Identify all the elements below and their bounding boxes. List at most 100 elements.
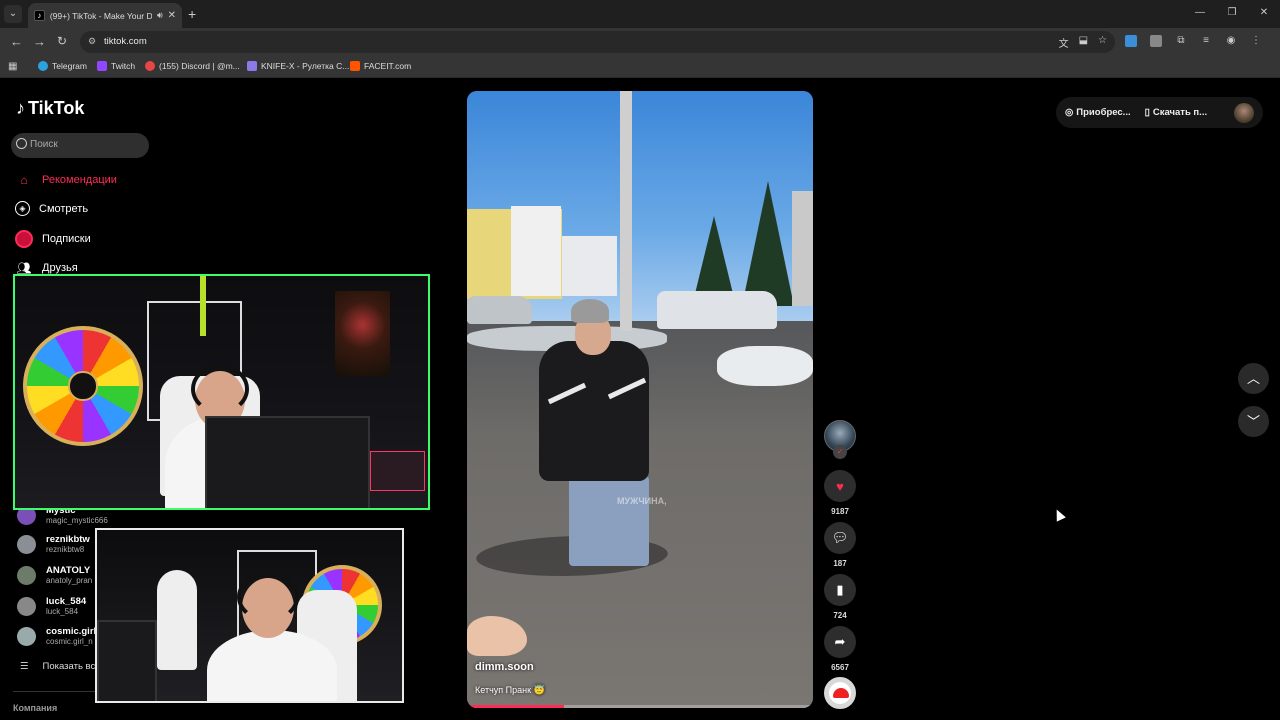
extension-icon[interactable] bbox=[1150, 35, 1162, 47]
monitor bbox=[205, 416, 370, 508]
apps-grid-icon[interactable]: ▦ bbox=[8, 61, 17, 72]
share-count: 6567 bbox=[831, 663, 849, 672]
profile-avatar[interactable] bbox=[1234, 102, 1254, 123]
share-button[interactable]: ➦ 6567 bbox=[824, 626, 856, 672]
comment-button[interactable]: 💬︎ 187 bbox=[824, 522, 856, 568]
compass-icon: ◈ bbox=[15, 201, 30, 216]
nav-following[interactable]: Подписки bbox=[15, 230, 91, 248]
list-icon: ☰ bbox=[20, 661, 29, 672]
puzzle-icon[interactable]: ⧉ bbox=[1175, 35, 1187, 47]
lamp-pole bbox=[620, 91, 632, 331]
twitch-icon bbox=[97, 61, 107, 71]
minimize-button[interactable]: — bbox=[1184, 0, 1216, 28]
download-app-button[interactable]: ▯ Скачать п... bbox=[1145, 107, 1207, 118]
tab-search-button[interactable]: ⌄ bbox=[4, 5, 22, 23]
streamer-webcam-overlay-2 bbox=[95, 528, 404, 703]
suggested-account[interactable]: luck_584 luck_584 bbox=[17, 596, 86, 617]
extension-icon[interactable] bbox=[1125, 35, 1137, 47]
telegram-icon bbox=[38, 61, 48, 71]
streamer-webcam-overlay bbox=[13, 274, 430, 510]
reload-icon[interactable]: ↻ bbox=[57, 34, 67, 48]
home-icon: ⌂ bbox=[20, 173, 28, 187]
suggested-account[interactable]: reznikbtw reznikbtw8 bbox=[17, 534, 90, 555]
next-video-button[interactable]: ﹀ bbox=[1238, 406, 1269, 437]
coin-icon: ◎ bbox=[1065, 107, 1074, 118]
save-count: 724 bbox=[833, 611, 847, 620]
chevron-up-icon: ︿ bbox=[1246, 371, 1260, 386]
phone-icon: ▯ bbox=[1144, 107, 1150, 118]
bookmarks-bar: ▦ Telegram Twitch (155) Discord | @m... … bbox=[0, 56, 1280, 78]
car bbox=[657, 291, 777, 329]
bookmark-twitch[interactable]: Twitch bbox=[97, 61, 135, 71]
extensions-area: ⧉ ≡ ◉ ⋮ bbox=[1125, 35, 1262, 47]
window-controls: — ❐ ✕ bbox=[1184, 0, 1280, 28]
video-caption-overlay: МУЖЧИНА, bbox=[617, 496, 667, 506]
avatar bbox=[17, 535, 36, 554]
nav-recommendations[interactable]: ⌂ Рекомендации bbox=[15, 171, 117, 189]
video-progress-bar[interactable] bbox=[467, 705, 813, 708]
media-icon[interactable]: ≡ bbox=[1200, 35, 1212, 47]
suggested-account[interactable]: cosmic.girl cosmic.girl_n bbox=[17, 626, 96, 647]
translate-icon[interactable]: 文 bbox=[1059, 35, 1069, 50]
previous-video-button[interactable]: ︿ bbox=[1238, 363, 1269, 394]
man bbox=[539, 341, 649, 481]
url-text[interactable]: tiktok.com bbox=[104, 36, 147, 47]
profile-icon[interactable]: ◉ bbox=[1225, 35, 1237, 47]
speaker-icon[interactable]: 🔊︎ bbox=[157, 10, 163, 21]
back-icon[interactable]: ← bbox=[10, 34, 23, 49]
follow-check-icon[interactable]: ✓ bbox=[833, 445, 847, 459]
music-disc-icon[interactable] bbox=[824, 677, 856, 709]
bookmark-knifex[interactable]: KNIFE-X - Рулетка С... bbox=[247, 61, 349, 71]
show-all-button[interactable]: ☰ Показать все bbox=[20, 661, 101, 672]
buy-coins-button[interactable]: ◎ Приобрес... bbox=[1065, 107, 1131, 118]
new-tab-button[interactable]: + bbox=[188, 6, 196, 22]
video-progress-fill bbox=[467, 705, 564, 708]
address-bar[interactable]: ⚙ tiktok.com 文 ⬓ ☆ bbox=[80, 31, 1115, 53]
bookmark-faceit[interactable]: FACEIT.com bbox=[350, 61, 411, 71]
video-description: Кетчуп Пранк 😇 bbox=[475, 685, 545, 695]
search-placeholder: Поиск bbox=[30, 139, 58, 150]
suggested-account[interactable]: ANATOLY anatoly_pran bbox=[17, 565, 92, 586]
bookmark-discord[interactable]: (155) Discord | @m... bbox=[145, 61, 240, 71]
bookmark-star-icon[interactable]: ☆ bbox=[1098, 35, 1107, 50]
heart-icon: ♥ bbox=[824, 470, 856, 502]
tab-title: (99+) TikTok - Make Your Da bbox=[49, 10, 152, 21]
avatar bbox=[17, 566, 36, 585]
menu-dots-icon[interactable]: ⋮ bbox=[1250, 35, 1262, 47]
search-input[interactable]: Поиск bbox=[11, 133, 149, 158]
bookmark-telegram[interactable]: Telegram bbox=[38, 61, 87, 71]
fortune-wheel bbox=[23, 326, 143, 446]
browser-tab[interactable]: ♪ (99+) TikTok - Make Your Da 🔊︎ ✕ bbox=[28, 3, 182, 28]
tiktok-favicon: ♪ bbox=[34, 10, 45, 21]
restore-button[interactable]: ❐ bbox=[1216, 0, 1248, 28]
forward-icon[interactable]: → bbox=[33, 34, 46, 49]
like-count: 9187 bbox=[831, 507, 849, 516]
avatar bbox=[17, 627, 36, 646]
close-tab-icon[interactable]: ✕ bbox=[168, 10, 176, 21]
like-button[interactable]: ♥ 9187 bbox=[824, 470, 856, 516]
share-icon: ➦ bbox=[824, 626, 856, 658]
discord-icon bbox=[145, 61, 155, 71]
tiktok-logo[interactable]: ♪ TikTok bbox=[16, 98, 84, 119]
comment-count: 187 bbox=[833, 559, 847, 568]
video-player[interactable]: МУЖЧИНА, dimm.soon Кетчуп Пранк 😇 bbox=[467, 91, 813, 708]
footer-company[interactable]: Компания bbox=[13, 703, 57, 713]
nav-explore[interactable]: ◈ Смотреть bbox=[15, 201, 88, 216]
close-window-button[interactable]: ✕ bbox=[1248, 0, 1280, 28]
following-icon bbox=[15, 230, 33, 248]
avatar bbox=[17, 597, 36, 616]
chevron-down-icon: ﹀ bbox=[1246, 414, 1260, 429]
top-right-actions: ◎ Приобрес... ▯ Скачать п... bbox=[1056, 97, 1263, 128]
painting bbox=[335, 291, 390, 376]
install-icon[interactable]: ⬓ bbox=[1079, 35, 1088, 50]
knifex-icon bbox=[247, 61, 257, 71]
comment-icon: 💬︎ bbox=[824, 522, 856, 554]
browser-titlebar: ⌄ ♪ (99+) TikTok - Make Your Da 🔊︎ ✕ + —… bbox=[0, 0, 1280, 28]
save-button[interactable]: ▮ 724 bbox=[824, 574, 856, 620]
tiktok-note-icon: ♪ bbox=[16, 98, 25, 118]
site-info-icon[interactable]: ⚙ bbox=[88, 36, 96, 47]
bookmark-icon: ▮ bbox=[824, 574, 856, 606]
search-icon bbox=[16, 138, 27, 149]
faceit-icon bbox=[350, 61, 360, 71]
video-author[interactable]: dimm.soon bbox=[475, 661, 534, 673]
